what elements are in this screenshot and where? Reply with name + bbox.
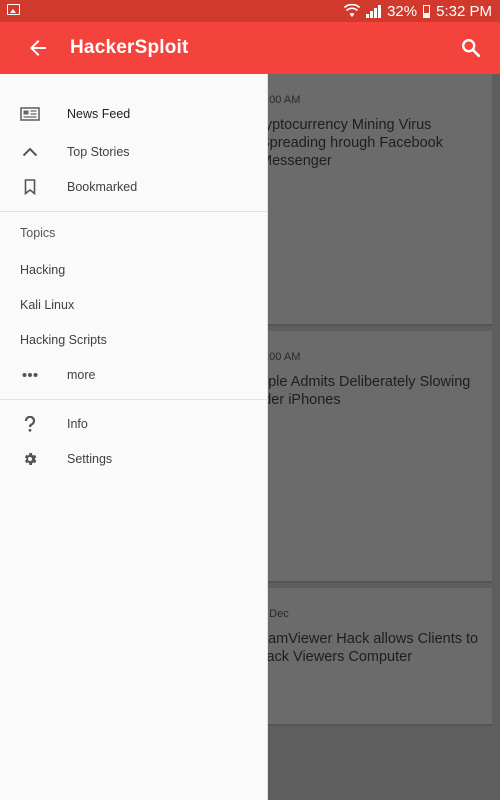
drawer-item-hacking[interactable]: Hacking: [0, 253, 267, 287]
drawer-item-label: Info: [67, 417, 88, 431]
newspaper-icon: [20, 104, 40, 124]
drawer-item-label: Kali Linux: [20, 298, 75, 312]
drawer-item-label: more: [67, 368, 96, 382]
help-icon: [20, 414, 40, 434]
signal-icon: [366, 4, 382, 18]
drawer-item-news-feed[interactable]: News Feed: [0, 97, 267, 131]
drawer-item-settings[interactable]: Settings: [0, 442, 267, 476]
drawer-item-kali-linux[interactable]: Kali Linux: [0, 288, 267, 322]
drawer-divider: [0, 211, 267, 212]
status-bar-right: 32% 5:32 PM: [344, 0, 492, 22]
clock: 5:32 PM: [436, 2, 492, 20]
gear-icon: [20, 449, 40, 469]
drawer-item-more[interactable]: more: [0, 358, 267, 392]
card-title: pple Admits Deliberately Slowing lder iP…: [260, 374, 471, 408]
chevron-up-icon: [20, 142, 40, 162]
topics-header: Topics: [20, 226, 56, 240]
status-bar: 32% 5:32 PM: [0, 0, 500, 22]
bookmark-icon: [20, 177, 40, 197]
card-title: eamViewer Hack allows Clients to ijack V…: [260, 631, 479, 665]
wifi-icon: [344, 4, 361, 17]
battery-icon: [423, 4, 431, 18]
search-icon[interactable]: [460, 37, 482, 59]
drawer-item-top-stories[interactable]: Top Stories: [0, 135, 267, 169]
more-dots-icon: [20, 365, 40, 385]
gallery-notification-icon: [7, 4, 20, 15]
drawer-item-label: Top Stories: [67, 145, 130, 159]
drawer-divider: [0, 399, 267, 400]
drawer-item-bookmarked[interactable]: Bookmarked: [0, 170, 267, 204]
drawer-item-label: News Feed: [67, 107, 131, 121]
back-arrow-icon[interactable]: [26, 36, 50, 60]
drawer-item-label: Bookmarked: [67, 180, 138, 194]
app-title: HackerSploit: [70, 37, 189, 58]
drawer-item-info[interactable]: Info: [0, 407, 267, 441]
navigation-drawer: News Feed Top Stories Bookmarked Topics …: [0, 74, 268, 800]
app-toolbar: HackerSploit: [0, 22, 500, 74]
battery-percent: 32%: [387, 2, 418, 20]
drawer-item-hacking-scripts[interactable]: Hacking Scripts: [0, 323, 267, 357]
drawer-item-label: Settings: [67, 452, 113, 466]
card-title: ryptocurrency Mining Virus Spreading hro…: [260, 117, 443, 169]
drawer-item-label: Hacking Scripts: [20, 333, 107, 347]
drawer-item-label: Hacking: [20, 263, 66, 277]
